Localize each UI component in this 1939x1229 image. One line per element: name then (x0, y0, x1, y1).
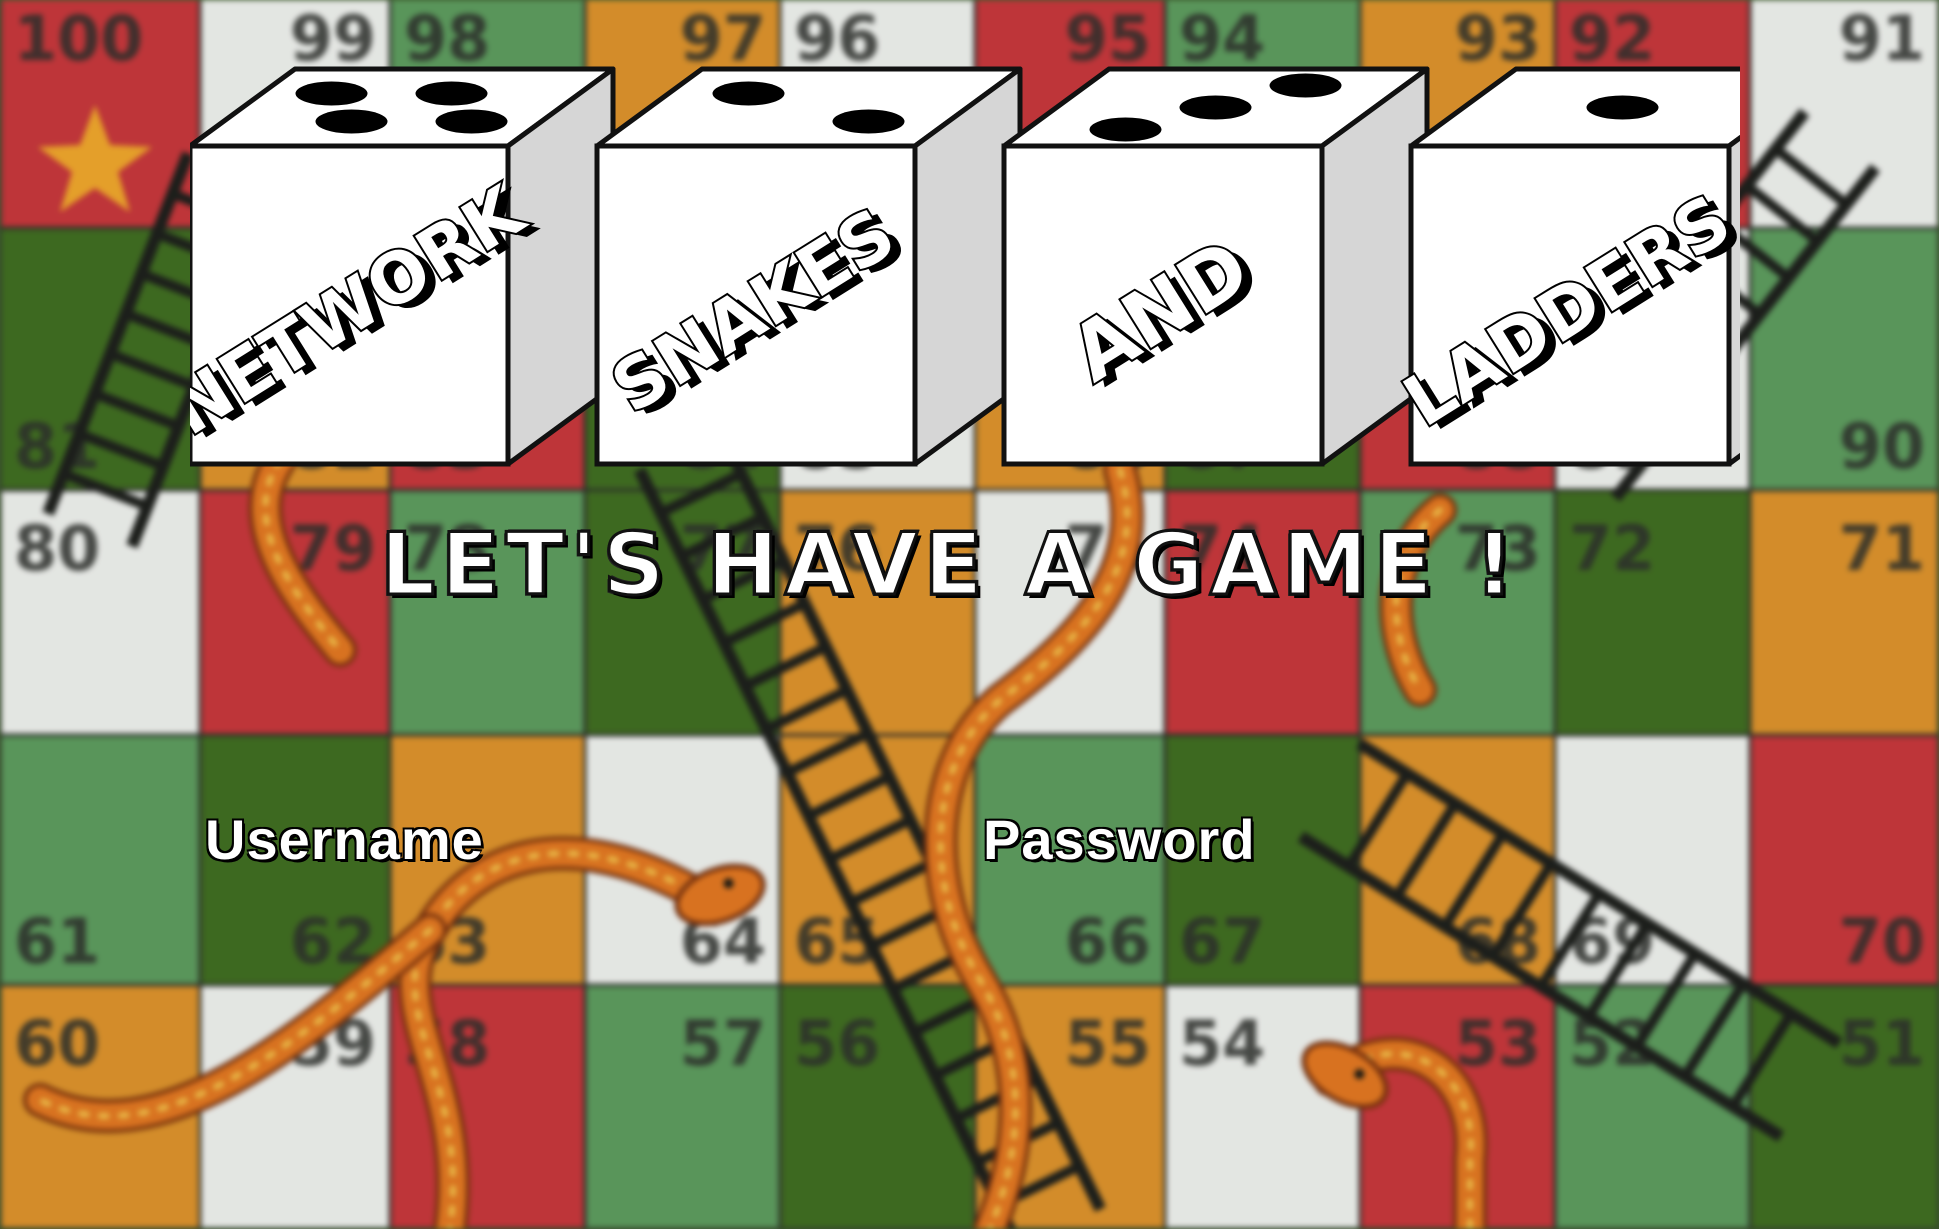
die-pip (712, 81, 785, 106)
board-cell-number: 91 (1839, 2, 1925, 75)
tagline: LET'S HAVE A GAME ! (379, 510, 1516, 620)
die-pip (1089, 117, 1162, 142)
board-cell-number: 54 (1179, 1007, 1265, 1080)
board-cell-number: 90 (1839, 410, 1925, 483)
board-cell-number: 51 (1839, 1007, 1925, 1080)
board-cell-number: 70 (1839, 905, 1925, 978)
board-cell-number: 72 (1569, 512, 1655, 585)
game-login-screen: 1009998979695949392918182838485868788899… (0, 0, 1939, 1229)
board-cell-number: 80 (14, 512, 100, 585)
title-die-network: NETWORKNETWORK (190, 66, 616, 467)
board-cell-number: 61 (14, 905, 100, 978)
die-pip (295, 81, 368, 106)
title-die-and: ANDAND (1001, 66, 1430, 467)
die-pip (1179, 95, 1252, 120)
die-pip (832, 109, 905, 134)
title-die-snakes: SNAKESSNAKES (594, 66, 1023, 467)
board-cell-number: 55 (1065, 1007, 1151, 1080)
board-cell-number: 100 (14, 2, 143, 75)
board-cell-number: 57 (680, 1007, 766, 1080)
board-cell-number: 66 (1065, 905, 1151, 978)
board-cell-number: 56 (794, 1007, 880, 1080)
die-pip (435, 109, 508, 134)
password-label: Password (983, 808, 1256, 871)
board-cell-number: 67 (1179, 905, 1265, 978)
title-die-ladders: LADDERSLADDERS (1388, 66, 1740, 467)
dice-title-logo: NETWORKNETWORK SNAKESSNAKES ANDAND LADDERSL… (190, 66, 1740, 467)
username-label: Username (205, 808, 484, 871)
die-pip (1586, 95, 1659, 120)
die-pip (415, 81, 488, 106)
die-pip (315, 109, 388, 134)
tagline-text: LET'S HAVE A GAME ! (379, 514, 1520, 617)
die-pip (1269, 73, 1342, 98)
board-cell-number: 60 (14, 1007, 100, 1080)
board-cell-number: 71 (1839, 512, 1925, 585)
board-cell-number: 53 (1455, 1007, 1541, 1080)
